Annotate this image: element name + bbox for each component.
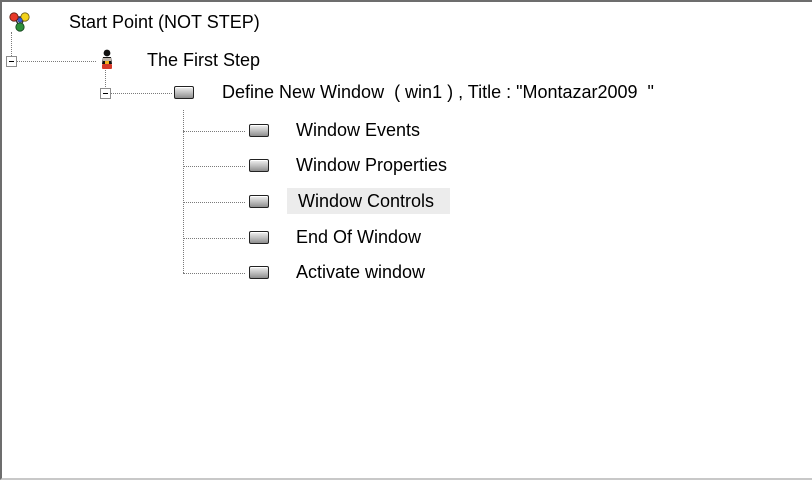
window-icon xyxy=(249,195,269,208)
window-icon xyxy=(249,266,269,279)
window-icon xyxy=(249,159,269,172)
tree-node-window-controls[interactable]: Window Controls xyxy=(287,188,451,214)
tree-connector-line xyxy=(183,238,245,239)
tree-node-first-step[interactable]: The First Step xyxy=(143,48,264,72)
tree-node-label: Define New Window ( win1 ) , Title : "Mo… xyxy=(222,82,654,102)
collapse-toggle-step[interactable] xyxy=(6,56,17,67)
tree-connector-line xyxy=(183,166,245,167)
tree-view[interactable]: Start Point (NOT STEP) The First Step De… xyxy=(0,0,812,480)
tree-node-label: The First Step xyxy=(147,50,261,70)
tree-node-label: Activate window xyxy=(296,262,426,282)
collapse-toggle-window[interactable] xyxy=(100,88,111,99)
tree-node-label: Window Properties xyxy=(296,155,448,175)
tree-connector-line xyxy=(183,131,245,132)
tree-node-end-of-window[interactable]: End Of Window xyxy=(292,225,425,249)
tree-connector-line xyxy=(183,202,245,203)
tree-node-window-properties[interactable]: Window Properties xyxy=(292,153,451,177)
tree-node-label-selected: Window Controls xyxy=(287,188,451,214)
tree-connector-line xyxy=(105,70,106,89)
window-icon xyxy=(249,124,269,137)
tree-node-start-point[interactable]: Start Point (NOT STEP) xyxy=(65,10,264,34)
window-icon xyxy=(174,86,194,99)
tree-node-define-window[interactable]: Define New Window ( win1 ) , Title : "Mo… xyxy=(218,80,658,104)
tree-connector-line xyxy=(183,110,184,273)
tree-connector-line xyxy=(183,273,245,274)
start-point-icon xyxy=(9,12,30,32)
tree-node-activate-window[interactable]: Activate window xyxy=(292,260,429,284)
tree-node-label: Window Events xyxy=(296,120,421,140)
step-figure-icon xyxy=(102,49,112,69)
tree-connector-line xyxy=(16,61,96,62)
tree-connector-line xyxy=(110,93,172,94)
tree-node-window-events[interactable]: Window Events xyxy=(292,118,424,142)
tree-node-label: End Of Window xyxy=(296,227,422,247)
window-icon xyxy=(249,231,269,244)
tree-connector-line xyxy=(11,32,12,58)
tree-node-label: Start Point (NOT STEP) xyxy=(69,12,260,32)
